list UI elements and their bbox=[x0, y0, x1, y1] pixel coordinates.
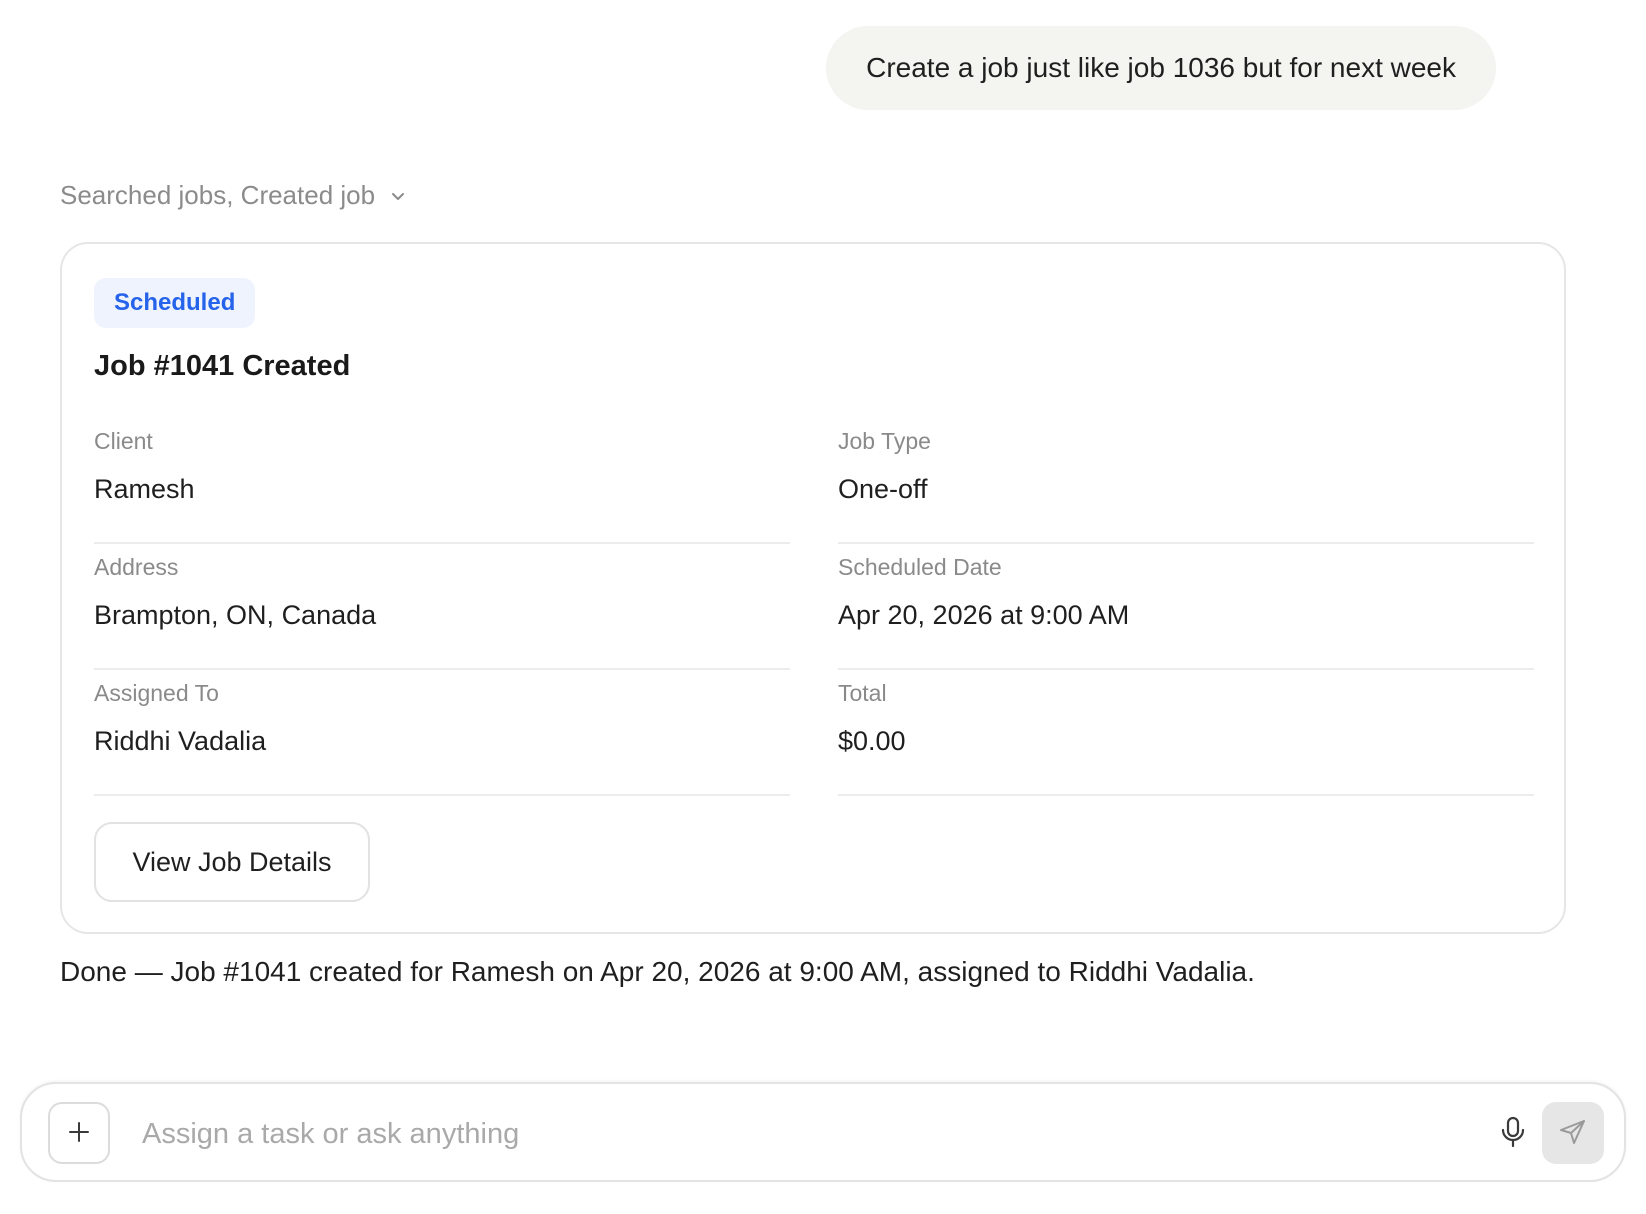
field-value: Apr 20, 2026 at 9:00 AM bbox=[838, 600, 1130, 630]
field-label: Assigned To bbox=[94, 680, 219, 706]
field-value: Ramesh bbox=[94, 474, 195, 504]
microphone-icon bbox=[1498, 1115, 1528, 1152]
field-value: $0.00 bbox=[838, 726, 906, 756]
voice-input-button[interactable] bbox=[1488, 1108, 1538, 1158]
plus-icon bbox=[66, 1119, 92, 1148]
field-total: Total $0.00 bbox=[838, 670, 1534, 796]
send-icon bbox=[1558, 1117, 1588, 1150]
user-message-text: Create a job just like job 1036 but for … bbox=[866, 52, 1456, 83]
field-job-type: Job Type One-off bbox=[838, 418, 1534, 544]
attach-button[interactable] bbox=[48, 1102, 110, 1164]
field-label: Client bbox=[94, 428, 153, 454]
field-label: Job Type bbox=[838, 428, 931, 454]
field-value: One-off bbox=[838, 474, 928, 504]
field-label: Total bbox=[838, 680, 887, 706]
activity-summary-toggle[interactable]: Searched jobs, Created job bbox=[60, 180, 407, 211]
activity-summary-label: Searched jobs, Created job bbox=[60, 180, 376, 210]
assistant-summary-text: Done — Job #1041 created for Ramesh on A… bbox=[60, 956, 1255, 987]
chevron-down-icon bbox=[389, 187, 407, 205]
send-button[interactable] bbox=[1542, 1102, 1604, 1164]
field-value: Brampton, ON, Canada bbox=[94, 600, 377, 630]
field-scheduled-date: Scheduled Date Apr 20, 2026 at 9:00 AM bbox=[838, 544, 1534, 670]
field-value: Riddhi Vadalia bbox=[94, 726, 267, 756]
job-card-title: Job #1041 Created bbox=[94, 350, 351, 382]
view-job-details-button[interactable]: View Job Details bbox=[94, 822, 370, 902]
job-created-card: Scheduled Job #1041 Created Client Rames… bbox=[60, 242, 1566, 934]
field-address: Address Brampton, ON, Canada bbox=[94, 544, 790, 670]
user-message-bubble: Create a job just like job 1036 but for … bbox=[826, 26, 1496, 110]
field-client: Client Ramesh bbox=[94, 418, 790, 544]
status-badge: Scheduled bbox=[94, 278, 256, 328]
message-input[interactable] bbox=[140, 1104, 1444, 1164]
message-composer bbox=[20, 1082, 1626, 1182]
field-label: Address bbox=[94, 554, 179, 580]
field-assigned-to: Assigned To Riddhi Vadalia bbox=[94, 670, 790, 796]
field-label: Scheduled Date bbox=[838, 554, 1002, 580]
job-details-grid: Client Ramesh Job Type One-off Address B… bbox=[94, 418, 1534, 796]
